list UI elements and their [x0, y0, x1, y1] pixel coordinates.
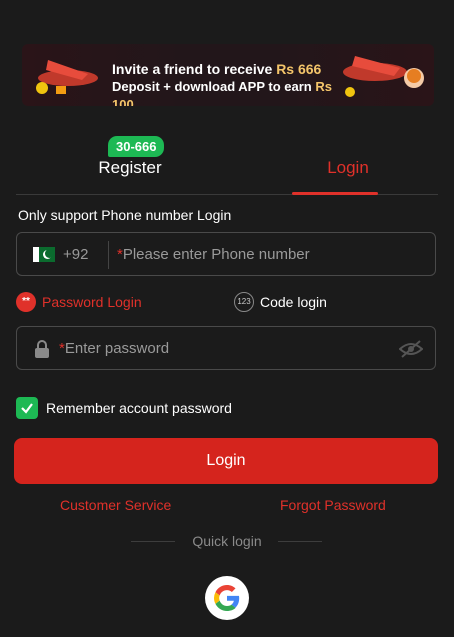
phone-field[interactable]: +92 *Please enter Phone number [16, 232, 436, 276]
quick-login-label: Quick login [192, 533, 262, 549]
check-icon [21, 403, 33, 414]
eye-off-icon[interactable] [399, 339, 423, 359]
banner-text: Invite a friend to receive Rs 666 Deposi… [112, 60, 352, 106]
phone-placeholder: Please enter Phone number [122, 246, 310, 263]
country-code[interactable]: +92 [63, 246, 88, 263]
forgot-password-link[interactable]: Forgot Password [280, 497, 386, 513]
plane-illustration-icon [343, 56, 424, 97]
password-input[interactable]: *Enter password [59, 340, 169, 357]
code-mode-icon: 123 [234, 292, 254, 312]
lock-icon [35, 340, 49, 358]
remember-label: Remember account password [46, 400, 232, 416]
banner-line1-amount: Rs 666 [276, 61, 322, 77]
password-login-label: Password Login [42, 294, 142, 310]
code-login-label: Code login [260, 294, 327, 310]
login-mode-switch: ** Password Login 123 Code login [16, 292, 436, 312]
google-login-button[interactable] [205, 576, 249, 620]
phone-input[interactable]: *Please enter Phone number [117, 246, 310, 263]
google-icon [214, 585, 240, 611]
tab-login[interactable]: Login [278, 158, 418, 178]
password-placeholder: Enter password [64, 340, 170, 357]
field-divider [108, 241, 109, 269]
customer-service-link[interactable]: Customer Service [60, 497, 171, 513]
banner-line2: Deposit + download APP to earn [112, 79, 312, 94]
banner-line1: Invite a friend to receive [112, 61, 273, 77]
remember-checkbox[interactable] [16, 397, 38, 419]
register-bonus-badge: 30-666 [108, 136, 165, 157]
login-note: Only support Phone number Login [18, 207, 232, 223]
login-button[interactable]: Login [14, 438, 438, 484]
pakistan-flag-icon [33, 247, 55, 262]
active-tab-indicator [292, 192, 378, 195]
password-mode-icon: ** [16, 292, 36, 312]
password-login-option[interactable]: ** Password Login [16, 292, 142, 312]
tab-register[interactable]: Register [60, 158, 200, 178]
password-field[interactable]: *Enter password [16, 326, 436, 370]
remember-password[interactable]: Remember account password [16, 397, 232, 419]
auth-tabs: 30-666 Register Login [16, 130, 438, 195]
divider-line [278, 541, 322, 542]
plane-illustration-icon [36, 60, 98, 94]
code-login-option[interactable]: 123 Code login [234, 292, 327, 312]
promo-banner[interactable]: Invite a friend to receive Rs 666 Deposi… [22, 44, 434, 106]
